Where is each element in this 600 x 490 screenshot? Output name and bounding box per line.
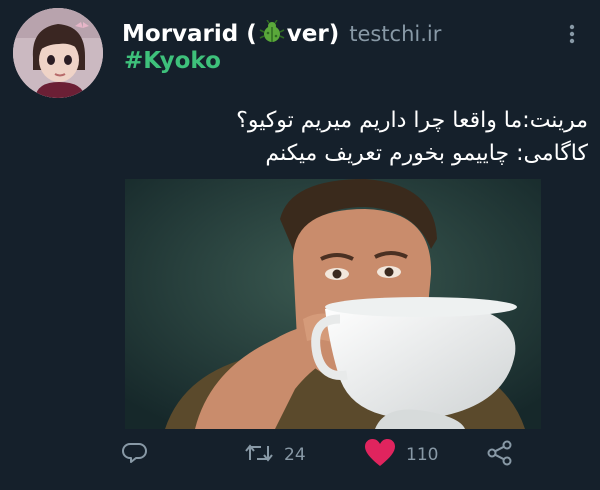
avatar[interactable] — [13, 8, 103, 98]
tweet-actions: 24 110 — [0, 438, 600, 472]
author-name-prefix: Morvarid ( — [122, 21, 257, 47]
author-name-suffix: ver) — [286, 21, 340, 47]
tweet-text: مرینت:ما واقعا چرا داریم میریم توکیو؟ کا… — [118, 104, 588, 170]
more-vertical-icon[interactable] — [562, 22, 582, 46]
tweet-text-line: کاگامی: چاییمو بخورم تعریف میکنم — [265, 141, 588, 166]
like-count: 110 — [406, 445, 439, 465]
avatar-image — [13, 8, 103, 98]
retweet-icon — [244, 440, 274, 470]
like-button[interactable]: 110 — [364, 438, 438, 472]
tweet-media-image[interactable] — [125, 179, 541, 429]
author-handle[interactable]: testchi.ir — [349, 22, 441, 46]
heart-icon — [364, 438, 396, 472]
tweet-header: Morvarid ( ver) testchi.ir — [122, 19, 441, 50]
hashtag-link[interactable]: #Kyoko — [124, 48, 221, 74]
retweet-count: 24 — [284, 445, 306, 465]
bug-icon — [259, 19, 285, 50]
reply-button[interactable] — [122, 438, 148, 472]
reply-icon — [122, 440, 148, 470]
retweet-button[interactable]: 24 — [244, 438, 306, 472]
share-icon — [486, 439, 514, 471]
share-button[interactable] — [486, 438, 514, 472]
tweet-text-line: مرینت:ما واقعا چرا داریم میریم توکیو؟ — [236, 108, 588, 133]
author-name[interactable]: Morvarid ( ver) — [122, 19, 340, 50]
